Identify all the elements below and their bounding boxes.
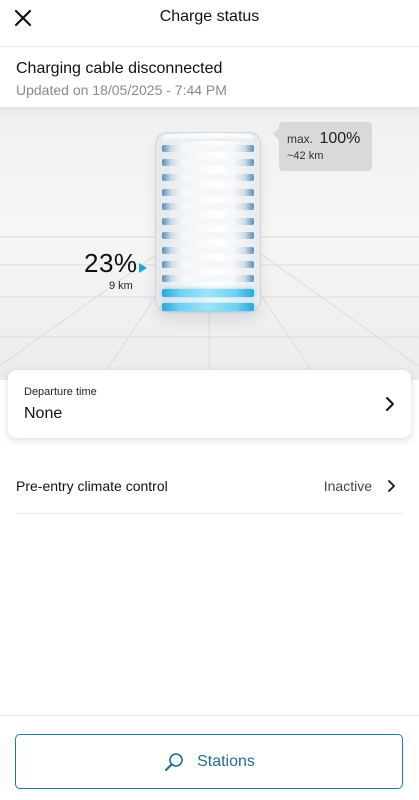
max-charge-line: max. 100% bbox=[287, 130, 360, 148]
current-charge-percent: 23% bbox=[84, 248, 138, 278]
battery-cell bbox=[162, 247, 254, 254]
max-percent: 100% bbox=[319, 130, 361, 147]
max-charge-bubble: max. 100% ~42 km bbox=[273, 122, 372, 171]
stations-button[interactable]: Stations bbox=[15, 734, 403, 789]
battery-cell bbox=[162, 145, 254, 152]
departure-time-value: None bbox=[24, 405, 63, 422]
footer-bar: Stations bbox=[0, 715, 419, 800]
battery-cell bbox=[162, 174, 254, 181]
battery-cell bbox=[162, 275, 254, 282]
pre-entry-climate-row[interactable]: Pre-entry climate control Inactive bbox=[16, 460, 404, 514]
departure-time-card[interactable]: Departure time None bbox=[8, 370, 411, 438]
current-range: 9 km bbox=[109, 280, 133, 292]
battery-cell-filled bbox=[162, 289, 254, 297]
battery-visualization: max. 100% ~42 km 23% 9 km bbox=[0, 107, 419, 380]
departure-time-label: Departure time bbox=[24, 386, 97, 398]
battery-cell bbox=[162, 218, 254, 225]
climate-label: Pre-entry climate control bbox=[16, 478, 168, 494]
charge-status-block: Charging cable disconnected Updated on 1… bbox=[0, 47, 419, 107]
status-title: Charging cable disconnected bbox=[16, 60, 223, 77]
header-bar: Charge status bbox=[0, 0, 419, 46]
stations-label: Stations bbox=[197, 752, 255, 770]
battery-cell bbox=[162, 159, 254, 166]
status-updated-text: Updated on 18/05/2025 - 7:44 PM bbox=[16, 82, 227, 98]
page-title: Charge status bbox=[159, 8, 260, 25]
chevron-right-icon bbox=[386, 397, 394, 411]
current-level-arrow-icon bbox=[139, 263, 147, 273]
battery-cell-filled bbox=[162, 303, 254, 311]
battery-cap bbox=[162, 135, 254, 141]
battery-cell bbox=[162, 261, 254, 268]
max-range: ~42 km bbox=[287, 150, 324, 162]
battery-cell bbox=[162, 203, 254, 210]
search-icon bbox=[164, 752, 183, 771]
battery-cell bbox=[162, 189, 254, 196]
chevron-right-icon bbox=[388, 480, 395, 492]
max-label: max. bbox=[287, 132, 314, 146]
climate-status: Inactive bbox=[323, 478, 372, 494]
battery-cell bbox=[162, 232, 254, 239]
battery-graphic bbox=[155, 132, 261, 312]
